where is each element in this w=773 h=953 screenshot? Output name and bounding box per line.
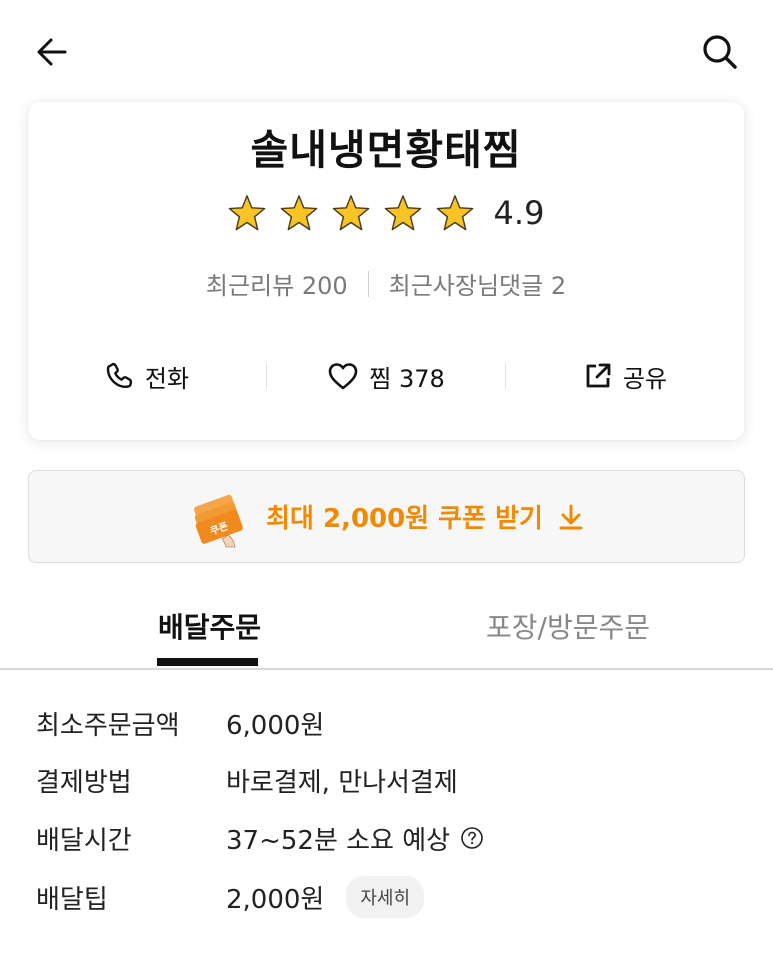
delivery-tip-container: 2,000원 자세히 — [226, 876, 425, 918]
back-button[interactable] — [28, 28, 76, 76]
star-icon — [228, 195, 265, 231]
info-row-min-order: 최소주문금액 6,000원 — [36, 698, 324, 748]
min-order-value: 6,000원 — [226, 710, 325, 741]
delivery-tip-value: 2,000원 — [226, 884, 325, 915]
tab-pickup[interactable]: 포장/방문주문 — [486, 606, 650, 646]
phone-icon — [106, 362, 133, 388]
star-icon — [384, 195, 421, 231]
recent-reviews-link[interactable]: 최근리뷰 200 — [206, 266, 348, 301]
action-row: 전화 찜 378 공유 — [28, 352, 744, 400]
heart-icon — [328, 363, 358, 390]
rating-value: 4.9 — [493, 194, 545, 232]
call-button[interactable]: 전화 — [28, 359, 266, 394]
coupon-tickets-icon: 쿠폰 — [194, 494, 243, 547]
divider — [367, 270, 369, 297]
star-rating — [228, 194, 474, 232]
review-summary: 최근리뷰 200 최근사장님댓글 2 — [28, 266, 744, 301]
share-button[interactable]: 공유 — [506, 359, 744, 394]
order-type-tabs: 배달주문 포장/방문주문 — [0, 588, 773, 670]
owner-comments-link[interactable]: 최근사장님댓글 2 — [389, 266, 566, 301]
search-icon — [703, 35, 737, 69]
delivery-time-container: 37~52분 소요 예상 — [226, 820, 484, 857]
store-name: 솔내냉면황태찜 — [250, 126, 522, 174]
delivery-tip-label: 배달팁 — [36, 884, 108, 915]
payment-value: 바로결제, 만나서결제 — [226, 767, 458, 798]
back-arrow-icon — [37, 38, 67, 66]
top-bar — [0, 0, 773, 104]
help-icon[interactable] — [460, 826, 484, 850]
delivery-time-label: 배달시간 — [36, 825, 132, 856]
share-label: 공유 — [622, 364, 668, 393]
download-arrow-icon — [559, 504, 583, 529]
rating-row: 4.9 — [28, 194, 744, 232]
info-row-delivery-tip: 배달팁 2,000원 자세히 — [36, 872, 425, 922]
min-order-label: 최소주문금액 — [36, 710, 180, 741]
coupon-banner[interactable]: 쿠폰 최대 2,000원 쿠폰 받기 — [28, 470, 745, 563]
like-label: 찜 378 — [369, 364, 445, 393]
star-icon — [332, 195, 369, 231]
tip-detail-button[interactable]: 자세히 — [346, 876, 425, 918]
share-icon — [586, 363, 611, 388]
star-icon — [436, 195, 473, 231]
tab-delivery[interactable]: 배달주문 — [158, 606, 261, 646]
payment-label: 결제방법 — [36, 767, 132, 798]
info-row-delivery-time: 배달시간 37~52분 소요 예상 — [36, 813, 484, 863]
call-label: 전화 — [144, 364, 190, 393]
store-info-card: 솔내냉면황태찜 4.9 최근리뷰 200 최근사장님댓글 2 전화 찜 378 — [28, 102, 744, 440]
search-button[interactable] — [696, 28, 744, 76]
coupon-label: 최대 2,000원 쿠폰 받기 — [266, 504, 543, 534]
active-tab-indicator — [157, 658, 258, 666]
delivery-time-value: 37~52분 소요 예상 — [226, 825, 451, 856]
like-button[interactable]: 찜 378 — [267, 359, 505, 394]
info-row-payment: 결제방법 바로결제, 만나서결제 — [36, 755, 458, 805]
star-icon — [280, 195, 317, 231]
